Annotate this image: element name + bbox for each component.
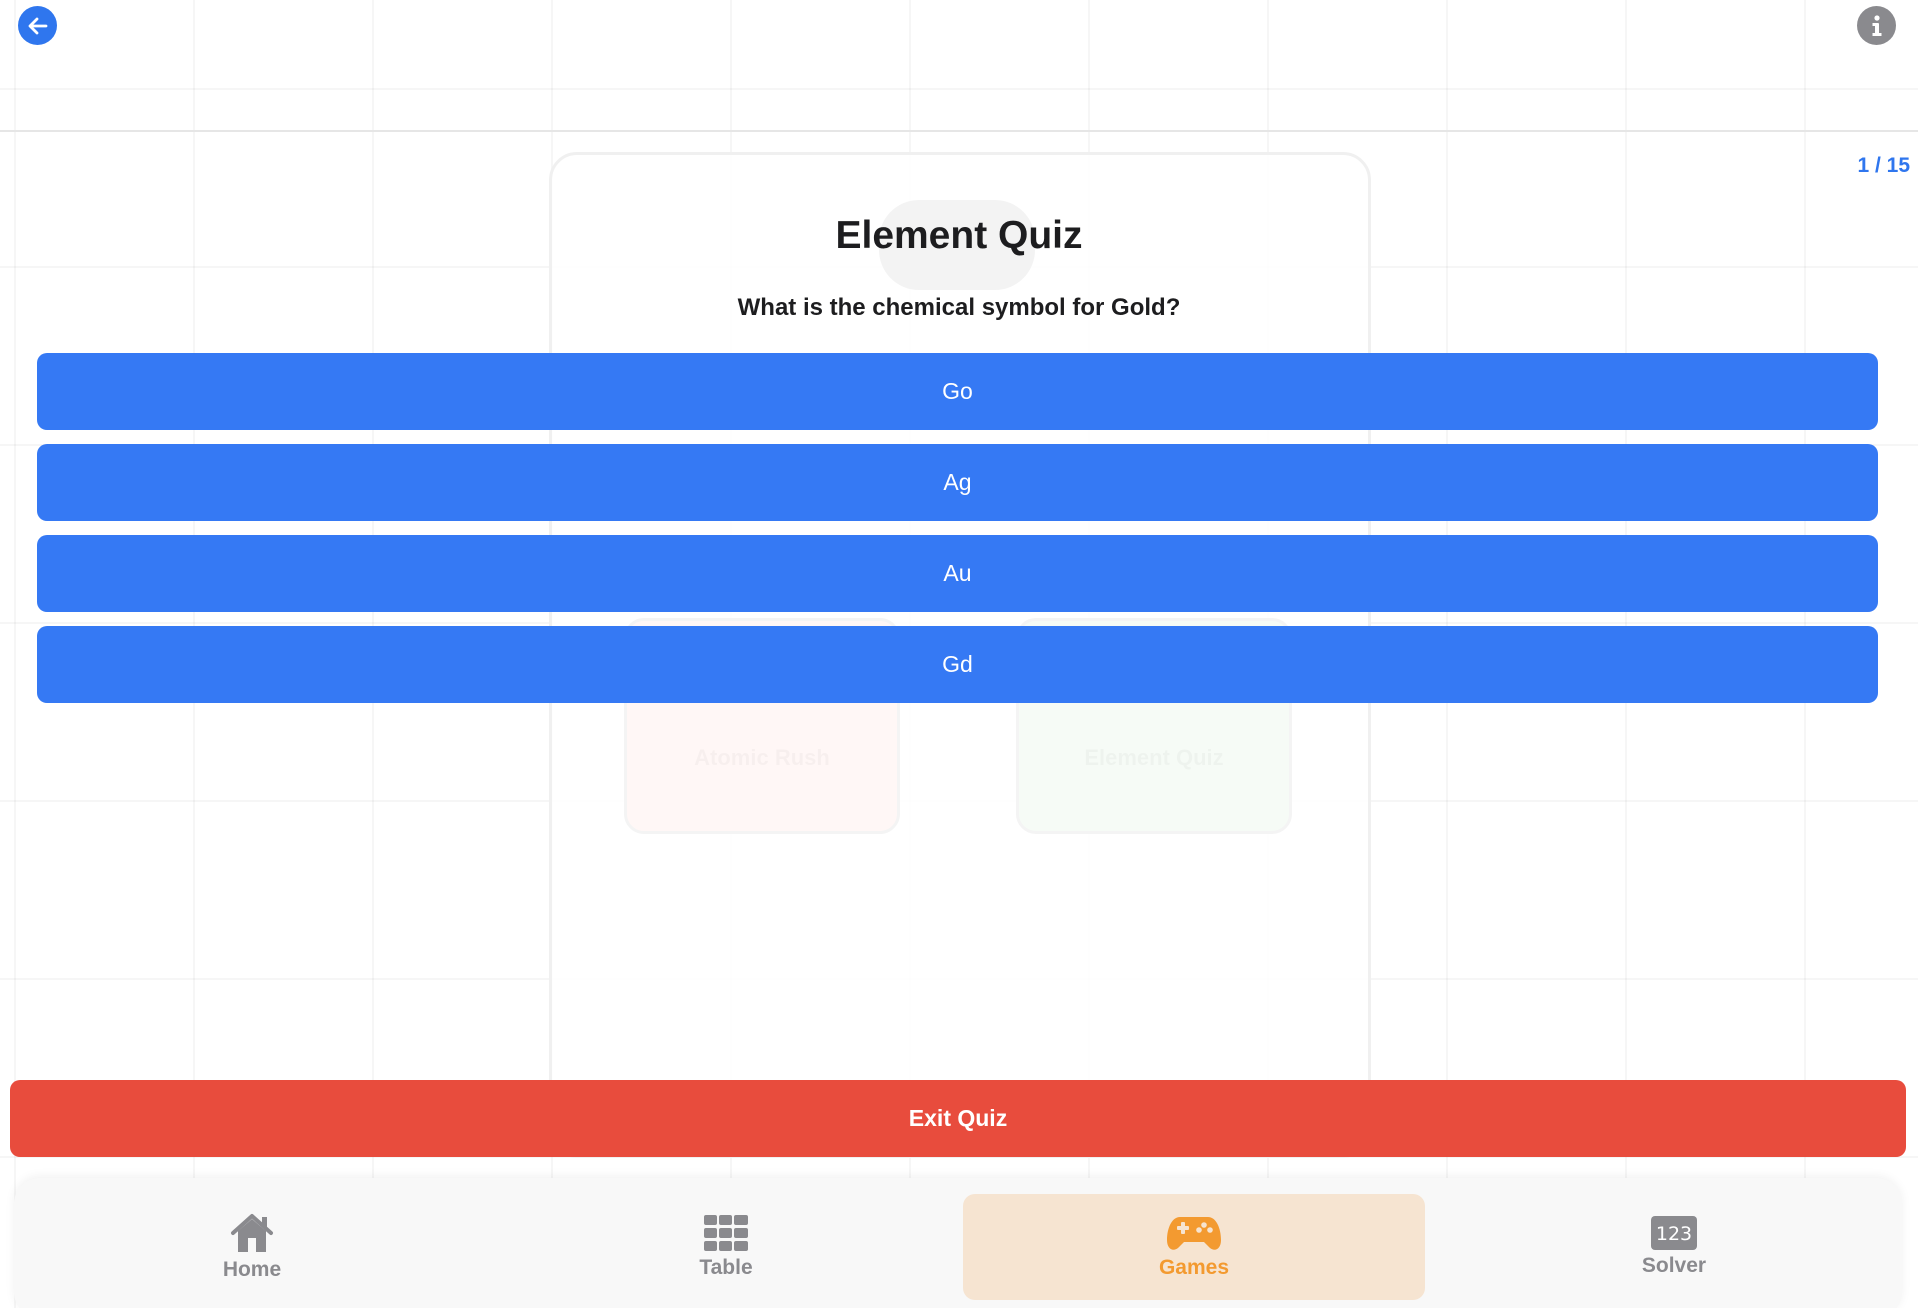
background-tile-label: Element Quiz	[1019, 745, 1289, 771]
arrow-left-icon	[28, 17, 47, 34]
tab-bar: Home Table Games 123 Solver	[14, 1178, 1902, 1308]
quiz-screen: Atomic Rush Element Quiz 1 / 15 Element …	[0, 0, 1918, 1308]
gamecontroller-icon	[1167, 1217, 1221, 1250]
back-button[interactable]	[18, 6, 57, 45]
tab-label: Solver	[1641, 1254, 1707, 1277]
tab-label: Table	[699, 1256, 753, 1279]
answer-button[interactable]: Au	[37, 535, 1878, 612]
number-123-icon: 123	[1651, 1216, 1697, 1250]
tab-table[interactable]: Table	[495, 1194, 957, 1300]
info-button[interactable]	[1857, 6, 1896, 45]
background-tile-label: Atomic Rush	[627, 745, 897, 771]
answer-button[interactable]: Go	[37, 353, 1878, 430]
info-icon	[1872, 14, 1881, 36]
svg-text:123: 123	[1656, 1223, 1692, 1245]
tab-home[interactable]: Home	[21, 1194, 483, 1300]
table-icon	[704, 1215, 748, 1251]
tab-label: Games	[1158, 1256, 1230, 1279]
exit-quiz-button[interactable]: Exit Quiz	[10, 1080, 1906, 1157]
answer-list: Go Ag Au Gd	[37, 353, 1878, 717]
answer-button[interactable]: Gd	[37, 626, 1878, 703]
tab-solver[interactable]: 123 Solver	[1443, 1194, 1905, 1300]
house-icon	[231, 1214, 273, 1252]
top-bar	[0, 0, 1918, 132]
answer-button[interactable]: Ag	[37, 444, 1878, 521]
tab-label: Home	[222, 1258, 282, 1281]
quiz-title: Element Quiz	[835, 214, 1083, 257]
question-progress: 1 / 15	[1857, 154, 1910, 177]
tab-games[interactable]: Games	[963, 1194, 1425, 1300]
question-text: What is the chemical symbol for Gold?	[737, 294, 1181, 321]
